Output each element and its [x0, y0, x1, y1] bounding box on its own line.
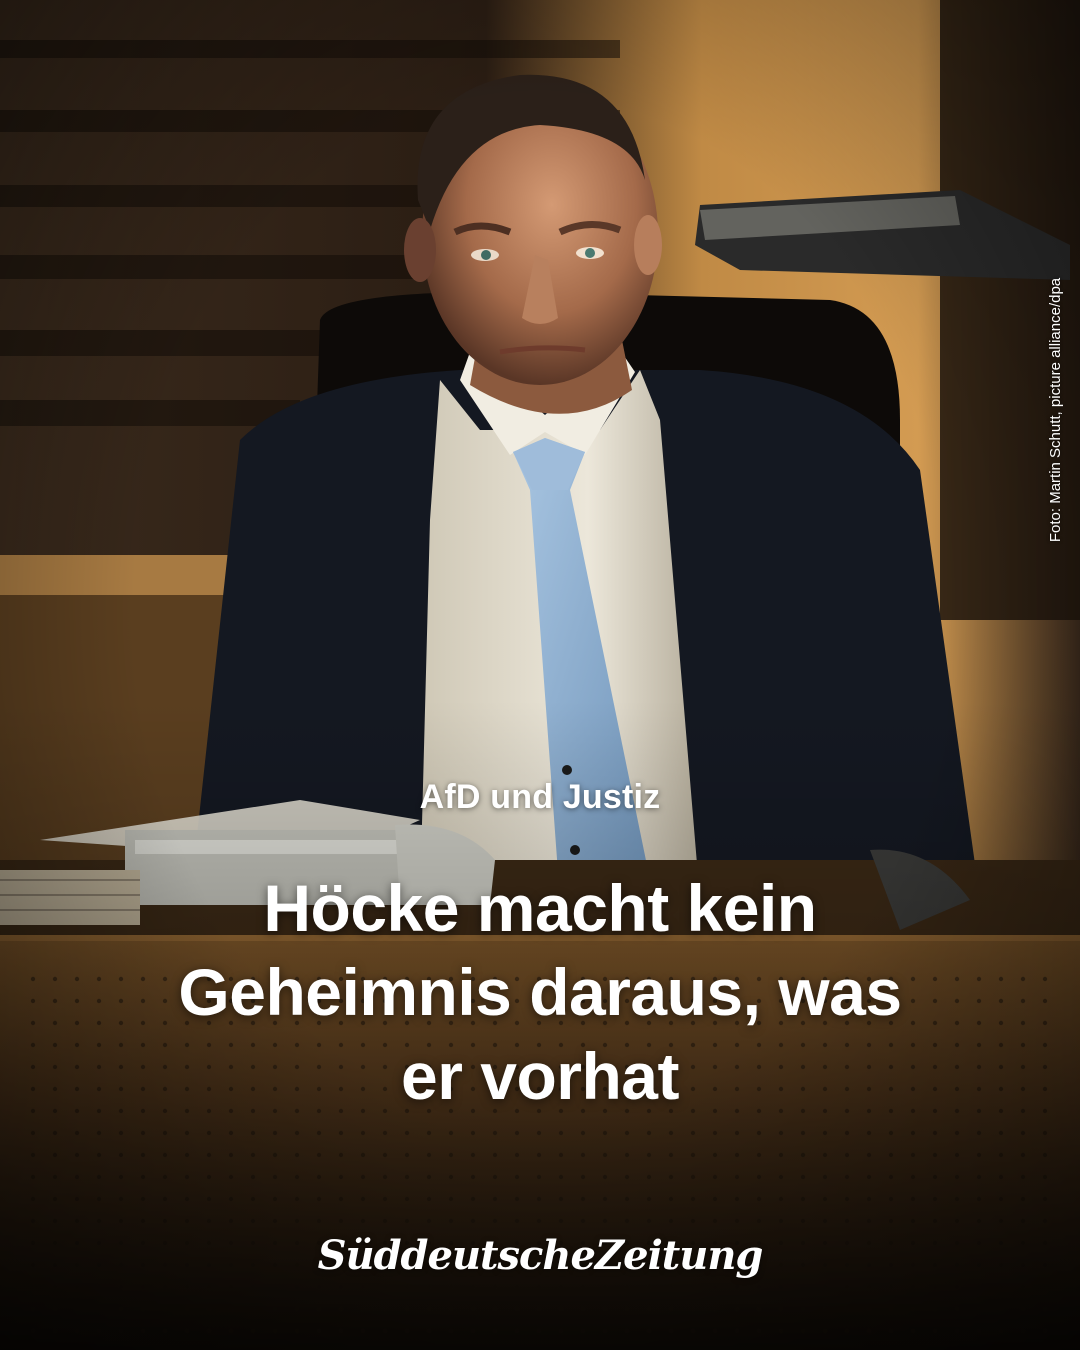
kicker-label: AfD und Justiz [419, 778, 661, 816]
brand-logo: SüddeutscheZeitung [317, 1232, 764, 1279]
headline-line: Höcke macht kein [263, 871, 817, 945]
headline-line: Geheimnis daraus, was [178, 955, 902, 1029]
headline-line: er vorhat [401, 1039, 679, 1113]
post-canvas: AfD und Justiz Höcke macht kein Geheimni… [0, 0, 1080, 1350]
background-photo [0, 0, 1080, 1350]
photo-credit: Foto: Martin Schutt, picture alliance/dp… [1047, 277, 1064, 543]
headline: Höcke macht kein Geheimnis daraus, was e… [0, 866, 1080, 1118]
